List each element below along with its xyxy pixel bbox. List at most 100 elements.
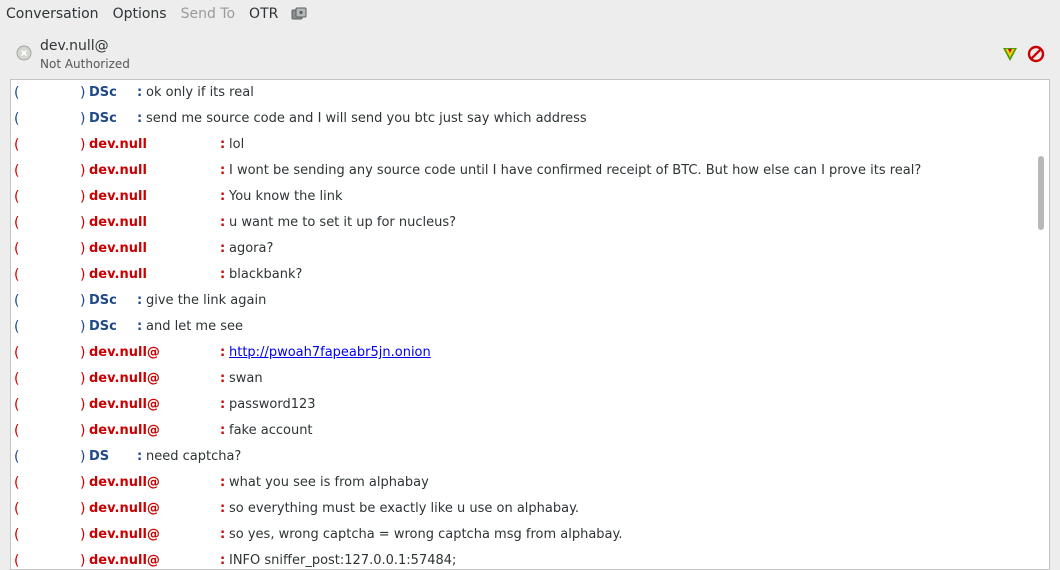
timestamp-paren: ( — [14, 137, 20, 153]
message-text: so yes, wrong captcha = wrong captcha ms… — [229, 527, 623, 542]
menu-options[interactable]: Options — [113, 0, 167, 28]
message-row: () dev.null@: so yes, wrong captcha = wron… — [11, 522, 1033, 548]
timestamp-paren: ( — [14, 501, 20, 517]
message-row: () DS: need captcha? — [11, 444, 1033, 470]
otr-verify-icon[interactable] — [1001, 45, 1019, 63]
message-sender: DSc — [89, 319, 117, 334]
message-sender: DSc — [89, 85, 117, 100]
message-text: You know the link — [229, 189, 343, 204]
menu-otr[interactable]: OTR — [249, 0, 278, 28]
sender-separator: : — [220, 137, 226, 152]
message-row: () DSc: give the link again — [11, 288, 1033, 314]
message-sender: dev.null@ — [89, 345, 160, 360]
sender-separator: : — [137, 111, 143, 126]
timestamp-paren: ( — [14, 345, 20, 361]
message-sender: dev.null@ — [89, 553, 160, 568]
sender-separator: : — [137, 449, 143, 464]
chat-history[interactable]: () DSc: ok only if its real() DSc: send me s… — [10, 79, 1050, 570]
message-row: () DSc: ok only if its real — [11, 80, 1033, 106]
message-sender: dev.null — [89, 215, 147, 230]
offline-status-icon — [16, 45, 32, 61]
timestamp-paren: ) — [80, 241, 86, 257]
sender-separator: : — [220, 553, 226, 568]
message-text: lol — [229, 137, 245, 152]
contact-name: dev.null@ — [40, 38, 109, 54]
message-link[interactable]: http://pwoah7fapeabr5jn.onion — [229, 340, 431, 366]
timestamp-paren: ( — [14, 215, 20, 231]
chat-scrollbar[interactable] — [1033, 80, 1049, 569]
message-text: give the link again — [146, 293, 267, 308]
sender-separator: : — [220, 423, 226, 438]
menu-conversation[interactable]: Conversation — [6, 0, 99, 28]
message-row: () dev.null@: fake account — [11, 418, 1033, 444]
message-row: () dev.null: lol — [11, 132, 1033, 158]
message-list: () DSc: ok only if its real() DSc: send me s… — [11, 80, 1033, 569]
sender-separator: : — [220, 371, 226, 386]
sender-separator: : — [220, 501, 226, 516]
timestamp-paren: ) — [80, 345, 86, 361]
timestamp-paren: ( — [14, 371, 20, 387]
message-text: agora? — [229, 241, 274, 256]
sender-separator: : — [220, 267, 226, 282]
message-sender: dev.null@ — [89, 371, 160, 386]
message-sender: DSc — [89, 293, 117, 308]
timestamp-paren: ( — [14, 111, 20, 127]
message-row: () dev.null@: password123 — [11, 392, 1033, 418]
timestamp-paren: ) — [80, 111, 86, 127]
message-row: () dev.null: blackbank? — [11, 262, 1033, 288]
timestamp-paren: ( — [14, 189, 20, 205]
message-sender: dev.null@ — [89, 501, 160, 516]
message-sender: DSc — [89, 111, 117, 126]
message-row: () dev.null: You know the link — [11, 184, 1033, 210]
message-text: INFO sniffer_post:127.0.0.1:57484; — [229, 553, 457, 568]
timestamp-paren: ( — [14, 423, 20, 439]
sender-separator: : — [137, 293, 143, 308]
message-text: fake account — [229, 423, 313, 438]
timestamp-paren: ( — [14, 449, 20, 465]
timestamp-paren: ( — [14, 163, 20, 179]
menubar: Conversation Options Send To OTR — [0, 0, 1060, 28]
message-sender: dev.null — [89, 163, 147, 178]
menu-send-to[interactable]: Send To — [181, 0, 235, 28]
message-text: so everything must be exactly like u use… — [229, 501, 580, 516]
sender-separator: : — [220, 215, 226, 230]
message-text: blackbank? — [229, 267, 303, 282]
message-text: what you see is from alphabay — [229, 475, 429, 490]
message-sender: dev.null@ — [89, 397, 160, 412]
timestamp-paren: ) — [80, 267, 86, 283]
scroll-thumb[interactable] — [1038, 156, 1044, 230]
message-row: () DSc: and let me see — [11, 314, 1033, 340]
message-sender: DS — [89, 449, 110, 464]
message-sender: dev.null@ — [89, 475, 160, 490]
contact-status: Not Authorized — [40, 57, 130, 71]
timestamp-paren: ( — [14, 293, 20, 309]
timestamp-paren: ) — [80, 85, 86, 101]
message-row: () dev.null: u want me to set it up for nu… — [11, 210, 1033, 236]
message-row: () dev.null: agora? — [11, 236, 1033, 262]
sender-separator: : — [220, 527, 226, 542]
sender-separator: : — [220, 475, 226, 490]
timestamp-paren: ( — [14, 475, 20, 491]
message-sender: dev.null — [89, 241, 147, 256]
timestamp-paren: ( — [14, 527, 20, 543]
timestamp-paren: ) — [80, 293, 86, 309]
message-row: () DSc: send me source code and I will sen… — [11, 106, 1033, 132]
timestamp-paren: ) — [80, 371, 86, 387]
timestamp-paren: ) — [80, 475, 86, 491]
timestamp-paren: ) — [80, 189, 86, 205]
plugin-icon[interactable] — [290, 6, 308, 22]
sender-separator: : — [220, 189, 226, 204]
sender-separator: : — [137, 319, 143, 334]
sender-separator: : — [220, 241, 226, 256]
block-icon[interactable] — [1027, 45, 1045, 63]
message-text: password123 — [229, 397, 316, 412]
timestamp-paren: ( — [14, 397, 20, 413]
message-row: () dev.null@: so everything must be exactl… — [11, 496, 1033, 522]
message-sender: dev.null — [89, 189, 147, 204]
timestamp-paren: ) — [80, 163, 86, 179]
message-text: I wont be sending any source code until … — [229, 163, 922, 178]
message-text: need captcha? — [146, 449, 242, 464]
timestamp-paren: ) — [80, 137, 86, 153]
message-text: swan — [229, 371, 263, 386]
timestamp-paren: ) — [80, 319, 86, 335]
